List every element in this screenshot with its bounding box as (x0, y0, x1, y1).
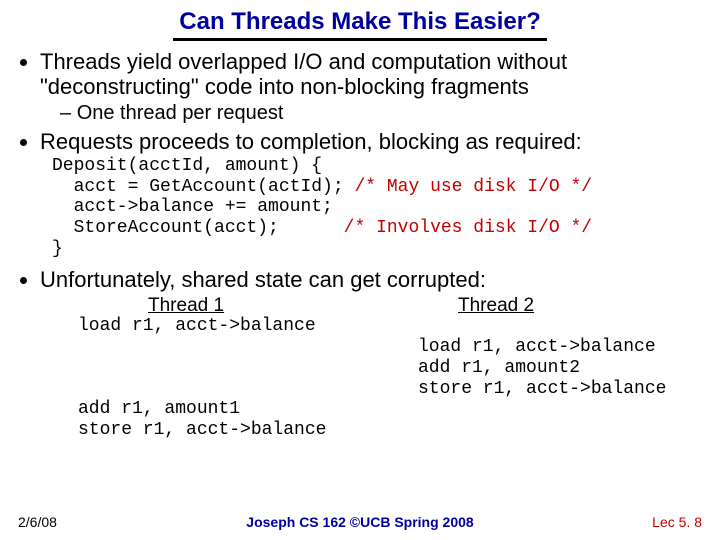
code-l4-comment: /* Involves disk I/O */ (333, 218, 592, 238)
bullet-3: Unfortunately, shared state can get corr… (40, 267, 702, 292)
bullet-1-sub: One thread per request (60, 102, 702, 125)
footer-date: 2/6/08 (18, 514, 57, 530)
bullet-1-text: Threads yield overlapped I/O and computa… (40, 49, 567, 99)
t1-gap-3 (78, 379, 89, 399)
t1-gap-2 (78, 358, 89, 378)
code-l4a: StoreAccount(acct); (52, 218, 333, 238)
threads-example: Thread 1 Thread 2 load r1, acct->balance… (78, 295, 702, 441)
thread-columns: load r1, acct->balance add r1, amount1 s… (78, 316, 702, 440)
bullet-list-2: Unfortunately, shared state can get corr… (18, 267, 702, 292)
thread-1-header: Thread 1 (78, 295, 418, 317)
thread-2-column: load r1, acct->balance add r1, amount2 s… (418, 316, 666, 440)
slide-title: Can Threads Make This Easier? (173, 8, 546, 41)
thread-2-header: Thread 2 (418, 295, 534, 317)
bullet-1-sub-list: One thread per request (40, 102, 702, 125)
code-l2a: acct = GetAccount(actId); (52, 177, 344, 197)
code-l1: Deposit(acctId, amount) { (52, 156, 322, 176)
code-block: Deposit(acctId, amount) { acct = GetAcco… (52, 156, 702, 259)
footer-lecture: Lec 5. 8 (652, 514, 702, 530)
title-wrap: Can Threads Make This Easier? (18, 8, 702, 41)
slide: Can Threads Make This Easier? Threads yi… (0, 0, 720, 540)
code-l3: acct->balance += amount; (52, 197, 333, 217)
bullet-2: Requests proceeds to completion, blockin… (40, 129, 702, 154)
t1-line-c: store r1, acct->balance (78, 420, 326, 440)
t1-line-b: add r1, amount1 (78, 399, 240, 419)
footer: 2/6/08 Joseph CS 162 ©UCB Spring 2008 Le… (18, 514, 702, 530)
bullet-1: Threads yield overlapped I/O and computa… (40, 49, 702, 125)
t2-line-a: load r1, acct->balance (418, 337, 656, 357)
t1-line-a: load r1, acct->balance (78, 316, 316, 336)
t1-gap-1 (78, 337, 89, 357)
t2-line-b: add r1, amount2 (418, 358, 580, 378)
footer-course: Joseph CS 162 ©UCB Spring 2008 (18, 514, 702, 530)
thread-headers: Thread 1 Thread 2 (78, 295, 702, 317)
t2-line-c: store r1, acct->balance (418, 379, 666, 399)
code-l2-comment: /* May use disk I/O */ (344, 177, 592, 197)
bullet-list: Threads yield overlapped I/O and computa… (18, 49, 702, 154)
code-l5: } (52, 239, 63, 259)
thread-1-column: load r1, acct->balance add r1, amount1 s… (78, 316, 418, 440)
